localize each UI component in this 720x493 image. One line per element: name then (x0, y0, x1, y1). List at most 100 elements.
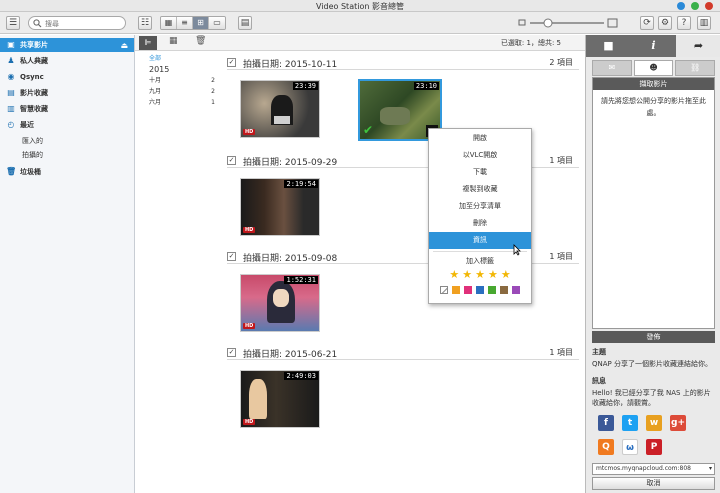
link-tab-icon[interactable]: ⛓ (675, 60, 716, 76)
menu-item-delete[interactable]: 刪除 (429, 215, 531, 232)
date-group: ✓ 拍攝日期: 2015-06-21 1 項目 2:49:03 HD (227, 346, 579, 446)
menu-item-open-vlc[interactable]: 以VLC開啟 (429, 147, 531, 164)
view-mode-group: ▦ ≡ ⊞ ▭ (160, 16, 226, 30)
group-header: ✓ 拍攝日期: 2015-06-21 1 項目 (227, 346, 579, 360)
drop-zone[interactable]: 擷取影片 請先將您想公開分享的影片拖至此處。 (592, 77, 715, 329)
sidebar-item-recent[interactable]: ◴ 最近 (0, 118, 134, 132)
collection-icon: ▤ (7, 88, 15, 97)
sidebar-item-video-collection[interactable]: ▤ 影片收藏 (0, 86, 134, 100)
video-thumbnail[interactable]: 23:39 HD (240, 80, 320, 138)
timeline-view-icon[interactable]: ⊞ (193, 17, 209, 29)
post-button[interactable]: 發佈 (592, 331, 715, 343)
menu-item-download[interactable]: 下載 (429, 164, 531, 181)
menu-item-open[interactable]: 開啟 (429, 130, 531, 147)
multi-select-icon[interactable]: ☷ (138, 16, 152, 30)
star-icon[interactable]: ★ (501, 268, 511, 282)
sidebar-item-private-collection[interactable]: ♟ 私人典藏 (0, 54, 134, 68)
sidebar-item-captured[interactable]: 拍攝的 (0, 148, 134, 162)
video-frame-detail (274, 116, 290, 124)
url-select[interactable]: mtcmos.myqnapcloud.com:808 ▾ (592, 463, 715, 475)
layout-icon[interactable]: ▤ (238, 16, 252, 30)
menu-item-copy-to-collection[interactable]: 複製到收藏 (429, 181, 531, 198)
google-plus-icon[interactable]: g+ (670, 415, 686, 431)
timeline-year[interactable]: 2015 (135, 64, 215, 75)
star-icon[interactable]: ★ (488, 268, 498, 282)
message-text[interactable]: Hello! 我已經分享了我 NAS 上的影片收藏給你，請觀賞。 (592, 388, 717, 408)
group-checkbox[interactable]: ✓ (227, 348, 236, 357)
thumbnail-view-icon[interactable]: ▦ (161, 17, 177, 29)
timeline-month[interactable]: 九月 2 (135, 86, 215, 97)
subject-text[interactable]: QNAP 分享了一個影片收藏連結給你。 (592, 359, 717, 369)
sidebar-item-smart-collection[interactable]: ▥ 智慧收藏 (0, 102, 134, 116)
panel-toggle-icon[interactable]: ▥ (697, 16, 711, 30)
search-input[interactable] (45, 19, 123, 28)
video-duration: 23:39 (292, 82, 318, 90)
no-color-tag-icon[interactable] (440, 286, 448, 294)
star-icon[interactable]: ★ (449, 268, 459, 282)
share-tab-icon[interactable]: ➦ (676, 35, 720, 57)
folder-view-icon[interactable]: ▭ (209, 17, 225, 29)
email-tab-icon[interactable]: ✉ (592, 60, 632, 76)
trash-icon: 🗑 (6, 167, 17, 176)
maximize-icon[interactable] (691, 2, 699, 10)
timeline-toggle-icon[interactable]: ⊫ (139, 36, 157, 50)
eject-icon[interactable]: ⏏ (120, 41, 128, 50)
qzone-icon[interactable]: Q (598, 439, 614, 455)
sidebar-item-imported[interactable]: 匯入的 (0, 134, 134, 148)
group-count: 2 項目 (549, 58, 573, 67)
sidebar-item-qsync[interactable]: ◉ Qsync (0, 70, 134, 84)
plurk-icon[interactable]: ω (622, 439, 638, 455)
group-count: 1 項目 (549, 252, 573, 261)
star-icon[interactable]: ★ (462, 268, 472, 282)
group-date: 拍攝日期: 2015-06-21 (243, 350, 338, 360)
timeline-month[interactable]: 六月 1 (135, 97, 215, 108)
color-tag-swatch[interactable] (464, 286, 472, 294)
help-icon[interactable]: ? (677, 16, 691, 30)
search-box[interactable] (28, 16, 126, 30)
group-checkbox[interactable]: ✓ (227, 252, 236, 261)
pinterest-icon[interactable]: P (646, 439, 662, 455)
minimize-icon[interactable] (677, 2, 685, 10)
hd-badge: HD (243, 129, 256, 135)
color-tag-swatch[interactable] (488, 286, 496, 294)
star-icon[interactable]: ★ (475, 268, 485, 282)
video-tab-icon[interactable]: ■ (586, 35, 631, 57)
group-header: ✓ 拍攝日期: 2015-10-11 2 項目 (227, 56, 579, 70)
close-icon[interactable] (705, 2, 713, 10)
delete-icon[interactable]: 🗑 (195, 36, 206, 46)
color-tag-swatch[interactable] (452, 286, 460, 294)
message-label: 訊息 (592, 377, 606, 385)
twitter-icon[interactable]: t (622, 415, 638, 431)
video-thumbnail[interactable]: 2:19:54 HD (240, 178, 320, 236)
social-tab-icon[interactable]: ☻ (633, 60, 674, 76)
weibo-icon[interactable]: w (646, 415, 662, 431)
color-tag-swatch[interactable] (512, 286, 520, 294)
add-tag-label: 加入標籤 (466, 257, 494, 265)
settings-icon[interactable]: ⚙ (658, 16, 672, 30)
sidebar-item-shared-videos[interactable]: ▣ 共享影片 ⏏ (0, 38, 134, 52)
menu-item-add-to-share-list[interactable]: 加至分享清單 (429, 198, 531, 215)
group-checkbox[interactable]: ✓ (227, 156, 236, 165)
video-thumbnail[interactable]: 2:49:03 HD (240, 370, 320, 428)
group-checkbox[interactable]: ✓ (227, 58, 236, 67)
refresh-icon[interactable]: ⟳ (640, 16, 654, 30)
sidebar: ▣ 共享影片 ⏏ ♟ 私人典藏 ◉ Qsync ▤ 影片收藏 ▥ 智慧收藏 ◴ 最近 匯入的 … (0, 35, 135, 493)
color-tag-swatch[interactable] (500, 286, 508, 294)
group-date: 拍攝日期: 2015-09-29 (243, 158, 338, 168)
sidebar-item-trash[interactable]: 🗑 垃圾桶 (0, 165, 134, 179)
video-duration: 2:19:54 (284, 180, 318, 188)
facebook-icon[interactable]: f (598, 415, 614, 431)
zoom-slider[interactable] (518, 17, 618, 29)
calendar-icon[interactable]: ▦ (169, 36, 178, 46)
chevron-down-icon: ▾ (708, 465, 712, 472)
video-thumbnail[interactable]: 1:52:31 HD (240, 274, 320, 332)
timeline-all[interactable]: 全部 (135, 53, 215, 64)
color-tag-swatch[interactable] (476, 286, 484, 294)
list-view-icon[interactable]: ≡ (177, 17, 193, 29)
info-tab-icon[interactable]: i (631, 35, 676, 57)
rating-stars[interactable]: ★ ★ ★ ★ ★ (429, 268, 531, 282)
cancel-button[interactable]: 取消 (592, 477, 715, 490)
sidebar-toggle-icon[interactable]: ☰ (6, 16, 20, 30)
timeline-month[interactable]: 十月 2 (135, 75, 215, 86)
hd-badge: HD (243, 323, 256, 329)
